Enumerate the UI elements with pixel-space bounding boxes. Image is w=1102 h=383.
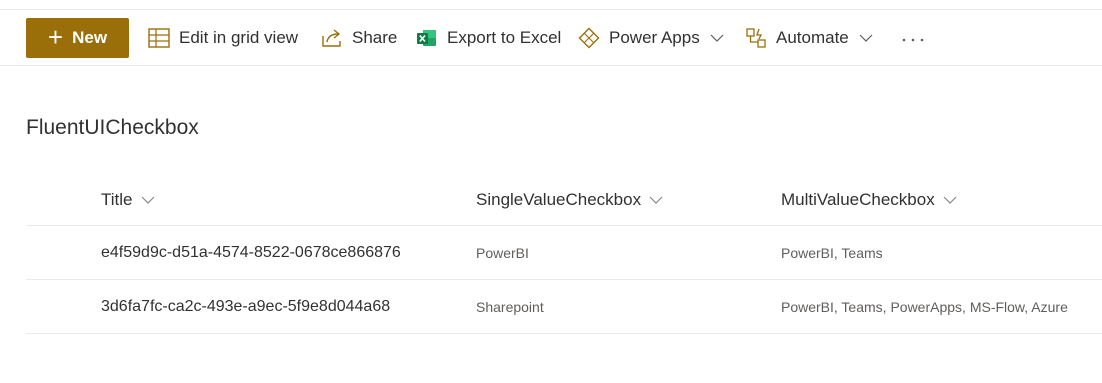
chevron-down-icon <box>649 196 663 204</box>
plus-icon: + <box>47 21 64 52</box>
ellipsis-icon <box>902 29 924 47</box>
edit-grid-view-label: Edit in grid view <box>179 28 299 47</box>
column-header-label: MultiValueCheckbox <box>781 189 935 209</box>
power-apps-button[interactable]: Power Apps <box>578 23 724 53</box>
grid-icon <box>148 28 170 48</box>
power-apps-icon <box>578 27 600 49</box>
column-header-label: SingleValueCheckbox <box>476 189 642 209</box>
table-row[interactable]: e4f59d9c-d51a-4574-8522-0678ce866876 Pow… <box>26 226 1102 280</box>
command-bar: + New Edit in grid view Share Export to … <box>0 10 1102 66</box>
power-apps-label: Power Apps <box>609 28 700 47</box>
single-value-cell: PowerBI <box>476 244 529 261</box>
single-value-cell: Sharepoint <box>476 298 544 315</box>
automate-icon <box>745 27 767 49</box>
share-button[interactable]: Share <box>321 23 397 53</box>
table-row[interactable]: 3d6fa7fc-ca2c-493e-a9ec-5f9e8d044a68 Sha… <box>26 280 1102 334</box>
edit-grid-view-button[interactable]: Edit in grid view <box>148 23 298 53</box>
export-to-excel-button[interactable]: Export to Excel <box>416 23 561 53</box>
share-label: Share <box>352 28 398 47</box>
list-title: FluentUICheckbox <box>26 116 199 139</box>
column-header-multi-value-checkbox[interactable]: MultiValueCheckbox <box>781 174 957 225</box>
title-cell[interactable]: e4f59d9c-d51a-4574-8522-0678ce866876 <box>101 226 401 279</box>
column-header-row: Title SingleValueCheckbox MultiValueChec… <box>26 174 1102 226</box>
share-icon <box>321 28 343 48</box>
excel-icon <box>416 28 438 48</box>
automate-label: Automate <box>776 28 849 47</box>
chevron-down-icon <box>710 34 724 42</box>
multi-value-cell: PowerBI, Teams <box>781 244 883 261</box>
chevron-down-icon <box>141 196 155 204</box>
more-options-button[interactable] <box>899 23 927 53</box>
list-view: Title SingleValueCheckbox MultiValueChec… <box>26 174 1102 334</box>
new-button[interactable]: + New <box>26 18 129 58</box>
column-header-label: Title <box>101 189 133 209</box>
multi-value-cell: PowerBI, Teams, PowerApps, MS-Flow, Azur… <box>781 298 1068 315</box>
title-cell[interactable]: 3d6fa7fc-ca2c-493e-a9ec-5f9e8d044a68 <box>101 280 390 333</box>
chevron-down-icon <box>859 34 873 42</box>
column-header-single-value-checkbox[interactable]: SingleValueCheckbox <box>476 174 663 225</box>
sharepoint-list-page: + New Edit in grid view Share Export to … <box>0 0 1102 383</box>
export-to-excel-label: Export to Excel <box>447 28 562 47</box>
new-button-label: New <box>72 28 108 47</box>
column-header-title[interactable]: Title <box>101 174 155 225</box>
automate-button[interactable]: Automate <box>745 23 873 53</box>
chevron-down-icon <box>943 196 957 204</box>
